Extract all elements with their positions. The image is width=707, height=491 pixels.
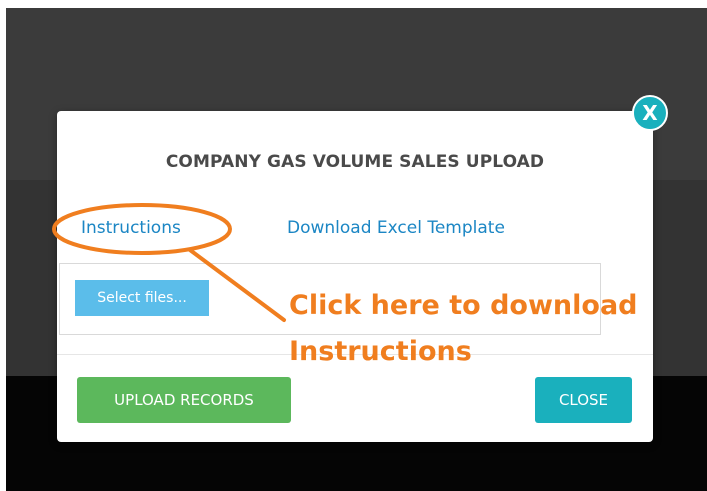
select-files-button[interactable]: Select files...	[75, 280, 209, 316]
annotation-text-line-2: Instructions	[289, 336, 472, 367]
upload-records-button[interactable]: UPLOAD RECORDS	[77, 377, 291, 423]
instructions-link[interactable]: Instructions	[81, 218, 181, 238]
close-button[interactable]: CLOSE	[535, 377, 632, 423]
annotation-callout: Click here to download Instructions	[289, 283, 699, 375]
modal-title: COMPANY GAS VOLUME SALES UPLOAD	[165, 152, 545, 172]
download-excel-template-link[interactable]: Download Excel Template	[287, 218, 505, 238]
screenshot-stage: COMPANY GAS VOLUME SALES UPLOAD Instruct…	[0, 0, 707, 491]
annotation-text-line-1: Click here to download	[289, 290, 638, 321]
upload-modal: COMPANY GAS VOLUME SALES UPLOAD Instruct…	[57, 111, 653, 442]
close-x-icon[interactable]: X	[632, 95, 668, 131]
